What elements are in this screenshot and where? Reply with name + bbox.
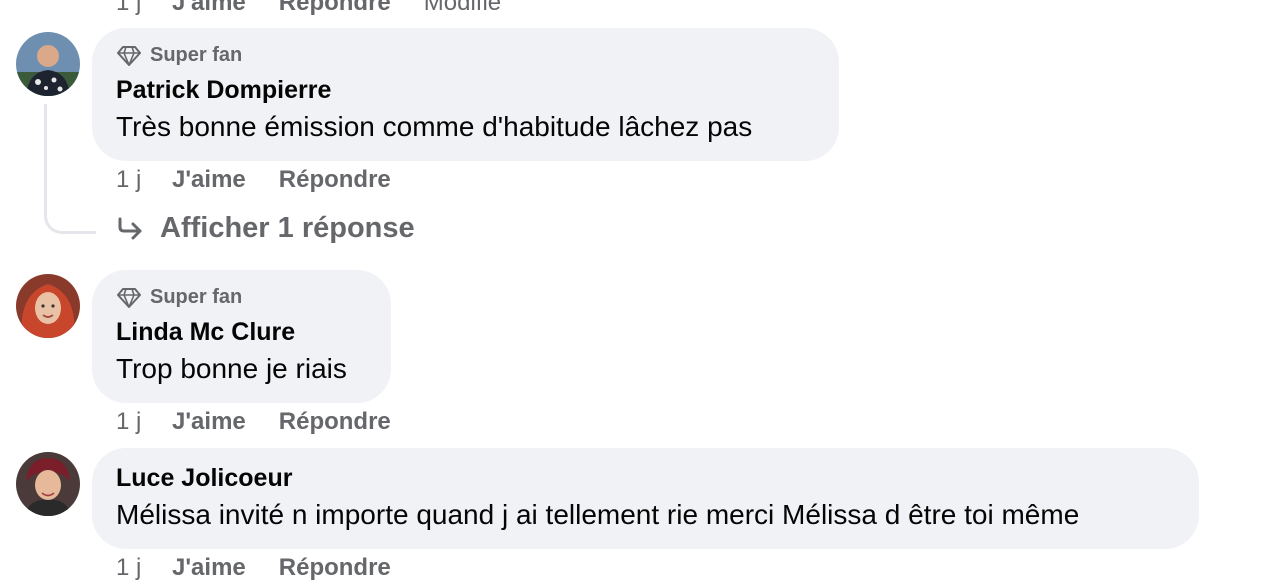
diamond-icon [117, 287, 141, 308]
comment-time: 1 j [116, 408, 142, 435]
thread-connector-line [44, 104, 96, 234]
comment-time: 1 j [116, 0, 142, 16]
comment-bubble: Super fan Patrick Dompierre Très bonne é… [92, 28, 839, 161]
reply-button[interactable]: Répondre [279, 166, 391, 194]
avatar-image [16, 452, 80, 516]
avatar[interactable] [16, 274, 80, 338]
comment-text: Mélissa invité n importe quand j ai tell… [116, 499, 1080, 530]
comment-author[interactable]: Linda Mc Clure [116, 318, 295, 347]
comment-text: Très bonne émission comme d'habitude lâc… [116, 111, 753, 142]
comment-text: Trop bonne je riais [116, 353, 347, 384]
reply-arrow-icon [118, 217, 142, 239]
reply-button[interactable]: Répondre [279, 0, 391, 17]
top-comment-actions: 1 j J'aime Répondre Modifié [116, 0, 501, 18]
comment-actions: 1 j J'aime Répondre [116, 165, 424, 195]
comment-author[interactable]: Luce Jolicoeur [116, 464, 292, 493]
badge-label: Super fan [150, 44, 243, 66]
show-replies-label: Afficher 1 réponse [160, 212, 415, 244]
super-fan-badge: Super fan [116, 286, 242, 309]
avatar-image [16, 274, 80, 338]
comment-time: 1 j [116, 166, 142, 193]
avatar[interactable] [16, 452, 80, 516]
super-fan-badge: Super fan [116, 44, 242, 67]
badge-label: Super fan [150, 286, 243, 308]
avatar[interactable] [16, 32, 80, 96]
comment-actions: 1 j J'aime Répondre [116, 553, 424, 583]
diamond-icon [117, 45, 141, 66]
like-button[interactable]: J'aime [172, 0, 246, 17]
comment-actions: 1 j J'aime Répondre [116, 407, 424, 437]
comment-time: 1 j [116, 554, 142, 581]
comment-author[interactable]: Patrick Dompierre [116, 76, 331, 105]
show-replies-link[interactable]: Afficher 1 réponse [116, 212, 415, 245]
reply-button[interactable]: Répondre [279, 408, 391, 436]
comment-bubble: Luce Jolicoeur Mélissa invité n importe … [92, 448, 1199, 549]
reply-button[interactable]: Répondre [279, 554, 391, 582]
edited-label: Modifié [423, 0, 502, 16]
like-button[interactable]: J'aime [172, 408, 246, 436]
avatar-image [16, 32, 80, 96]
comment-bubble: Super fan Linda Mc Clure Trop bonne je r… [92, 270, 391, 403]
like-button[interactable]: J'aime [172, 166, 246, 194]
like-button[interactable]: J'aime [172, 554, 246, 582]
